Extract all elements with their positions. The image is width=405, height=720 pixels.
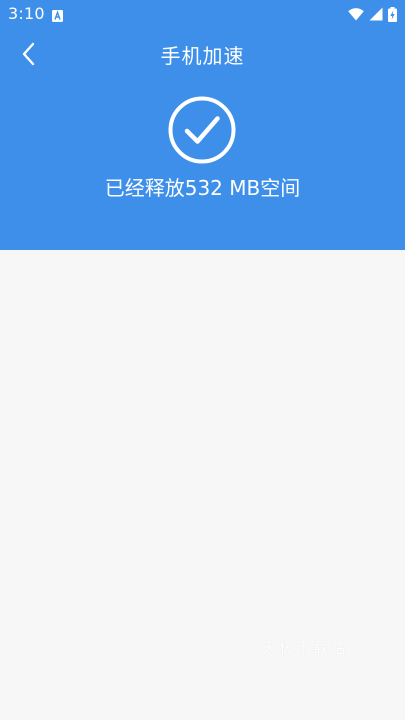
freed-space-text: 已经释放532 MB空间 (104, 176, 301, 200)
a-box-icon (52, 7, 63, 22)
battery-icon (388, 6, 397, 22)
watermark: 天极下载站 (262, 639, 348, 657)
status-icons (348, 6, 397, 22)
page-title: 手机加速 (160, 44, 245, 68)
status-bar: 3:10 (0, 0, 405, 28)
wifi-icon (348, 7, 364, 21)
signal-icon (369, 7, 383, 21)
status-time: 3:10 (8, 4, 45, 23)
check-circle-icon (168, 96, 236, 164)
header-panel: 手机加速 已经释放532 MB空间 (0, 28, 405, 250)
